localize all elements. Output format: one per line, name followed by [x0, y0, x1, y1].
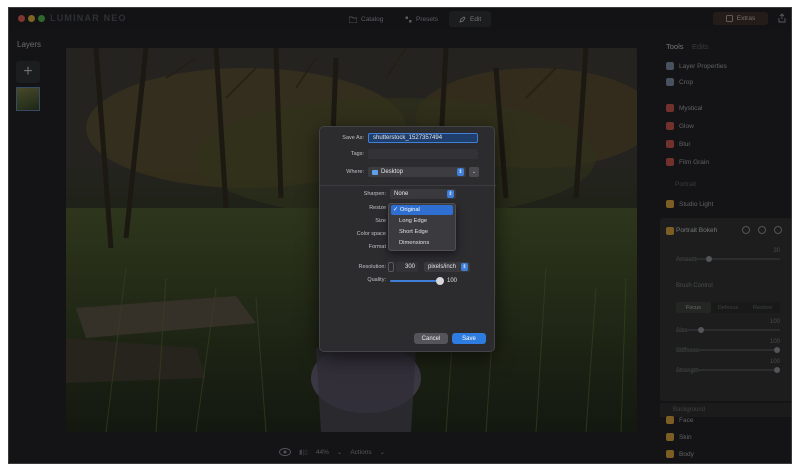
divider	[320, 185, 496, 186]
save-dialog: Save As: shutterstock_1527357494 Tags: W…	[319, 126, 496, 352]
where-label: Where:	[346, 169, 364, 175]
chevron-updown-icon: ⇕	[461, 263, 468, 271]
menu-item-original[interactable]: ✓ Original	[391, 205, 453, 215]
chevron-updown-icon: ⇕	[447, 190, 454, 198]
save-as-input[interactable]: shutterstock_1527357494	[368, 133, 478, 143]
color-space-label: Color space	[356, 231, 386, 237]
quality-value: 100	[447, 278, 458, 284]
tags-label: Tags:	[350, 151, 364, 157]
size-label: Size	[375, 218, 386, 224]
quality-label: Quality:	[367, 277, 386, 283]
quality-slider-knob[interactable]	[436, 277, 444, 285]
folder-icon	[372, 169, 378, 175]
resolution-stepper[interactable]	[388, 262, 394, 272]
checkmark-icon: ✓	[393, 207, 398, 213]
resolution-input[interactable]: 300	[396, 262, 418, 272]
where-value: Desktop	[381, 169, 404, 175]
sharpen-label: Sharpen:	[363, 191, 386, 197]
where-select[interactable]: Desktop ⇕	[368, 167, 466, 177]
save-button[interactable]: Save	[452, 333, 486, 344]
chevron-updown-icon: ⇕	[457, 168, 464, 176]
expand-dialog-button[interactable]: ⌄	[469, 167, 479, 177]
menu-item-dimensions[interactable]: Dimensions	[391, 238, 453, 248]
sharpen-select[interactable]: None ⇕	[390, 189, 456, 199]
resize-dropdown-menu: ✓ Original Long Edge Short Edge Dimensio…	[388, 203, 456, 251]
quality-slider-track[interactable]	[390, 280, 442, 282]
resolution-unit-select[interactable]: pixels/inch ⇕	[424, 262, 470, 272]
menu-item-long-edge[interactable]: Long Edge	[391, 216, 453, 226]
menu-item-short-edge[interactable]: Short Edge	[391, 227, 453, 237]
cancel-button[interactable]: Cancel	[414, 333, 448, 344]
resolution-unit-value: pixels/inch	[428, 264, 457, 270]
menu-item-label: Original	[399, 207, 420, 213]
tags-input[interactable]	[368, 149, 478, 159]
format-label: Format	[368, 244, 386, 250]
resolution-label: Resolution:	[358, 264, 386, 270]
resize-label: Resize	[369, 205, 386, 211]
sharpen-value: None	[394, 191, 409, 197]
save-as-label: Save As:	[342, 135, 364, 141]
app-window: LUMINAR NEO Catalog Presets Edit Extras …	[8, 7, 792, 464]
